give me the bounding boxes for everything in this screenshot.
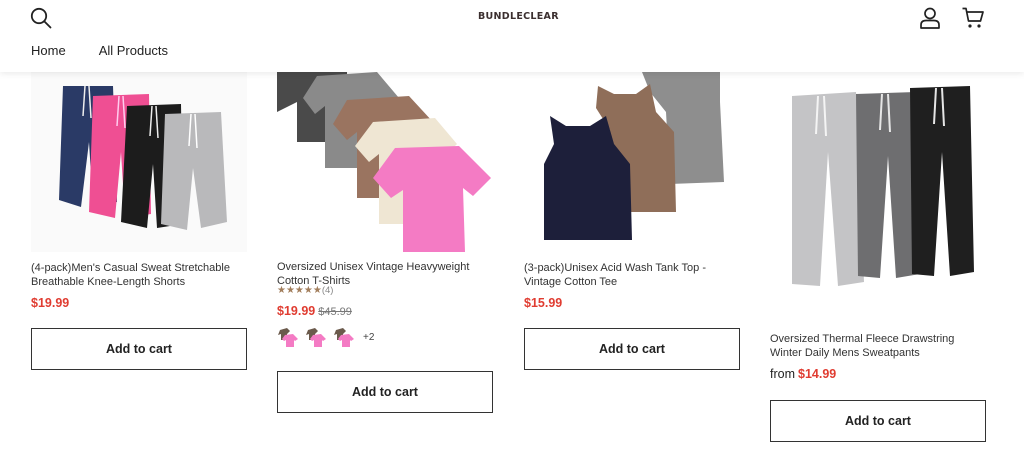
main-nav: Home All Products [31, 43, 201, 58]
product-image[interactable] [770, 72, 986, 298]
add-to-cart-button[interactable]: Add to cart [277, 371, 493, 413]
add-to-cart-button[interactable]: Add to cart [524, 328, 740, 370]
product-title[interactable]: (4-pack)Men's Casual Sweat Stretchable B… [31, 262, 247, 289]
color-swatches: +2 [277, 326, 374, 348]
product-image[interactable] [277, 72, 493, 252]
nav-home[interactable]: Home [31, 43, 66, 58]
swatch-tshirt-icon[interactable] [333, 326, 355, 348]
compare-price: $45.99 [318, 306, 352, 318]
search-icon[interactable] [30, 7, 52, 29]
cart-icon[interactable] [961, 6, 985, 30]
site-logo[interactable]: BUNDLECLEAR [478, 11, 559, 22]
site-header: BUNDLECLEAR Home All Products [0, 0, 1024, 72]
rating-stars: ★★★★★ [277, 285, 322, 296]
sweatpants-image [770, 72, 986, 298]
product-image[interactable] [31, 72, 247, 252]
sale-price: $14.99 [798, 367, 837, 381]
product-price: $19.99 [31, 296, 70, 310]
product-image[interactable] [524, 72, 740, 252]
product-price: from $14.99 [770, 367, 836, 381]
product-title[interactable]: (3-pack)Unisex Acid Wash Tank Top - Vint… [524, 262, 740, 289]
rating-count: (4) [321, 285, 334, 296]
nav-all-products[interactable]: All Products [99, 43, 168, 58]
shorts-image [31, 72, 247, 252]
sale-price: $19.99 [277, 304, 316, 318]
swatch-tshirt-icon[interactable] [277, 326, 299, 348]
product-title[interactable]: Oversized Unisex Vintage Heavyweight Cot… [277, 261, 493, 288]
product-price: $19.99 $45.99 [277, 304, 352, 318]
tshirts-image [277, 72, 493, 252]
tanktops-image [524, 72, 740, 252]
add-to-cart-button[interactable]: Add to cart [31, 328, 247, 370]
product-title[interactable]: Oversized Thermal Fleece Drawstring Wint… [770, 333, 986, 360]
price-prefix: from [770, 367, 795, 381]
add-to-cart-button[interactable]: Add to cart [770, 400, 986, 442]
product-price: $15.99 [524, 296, 563, 310]
swatch-tshirt-icon[interactable] [305, 326, 327, 348]
product-rating: ★★★★★(4) [277, 285, 333, 296]
more-swatches-count[interactable]: +2 [363, 332, 374, 343]
account-icon[interactable] [918, 6, 942, 30]
